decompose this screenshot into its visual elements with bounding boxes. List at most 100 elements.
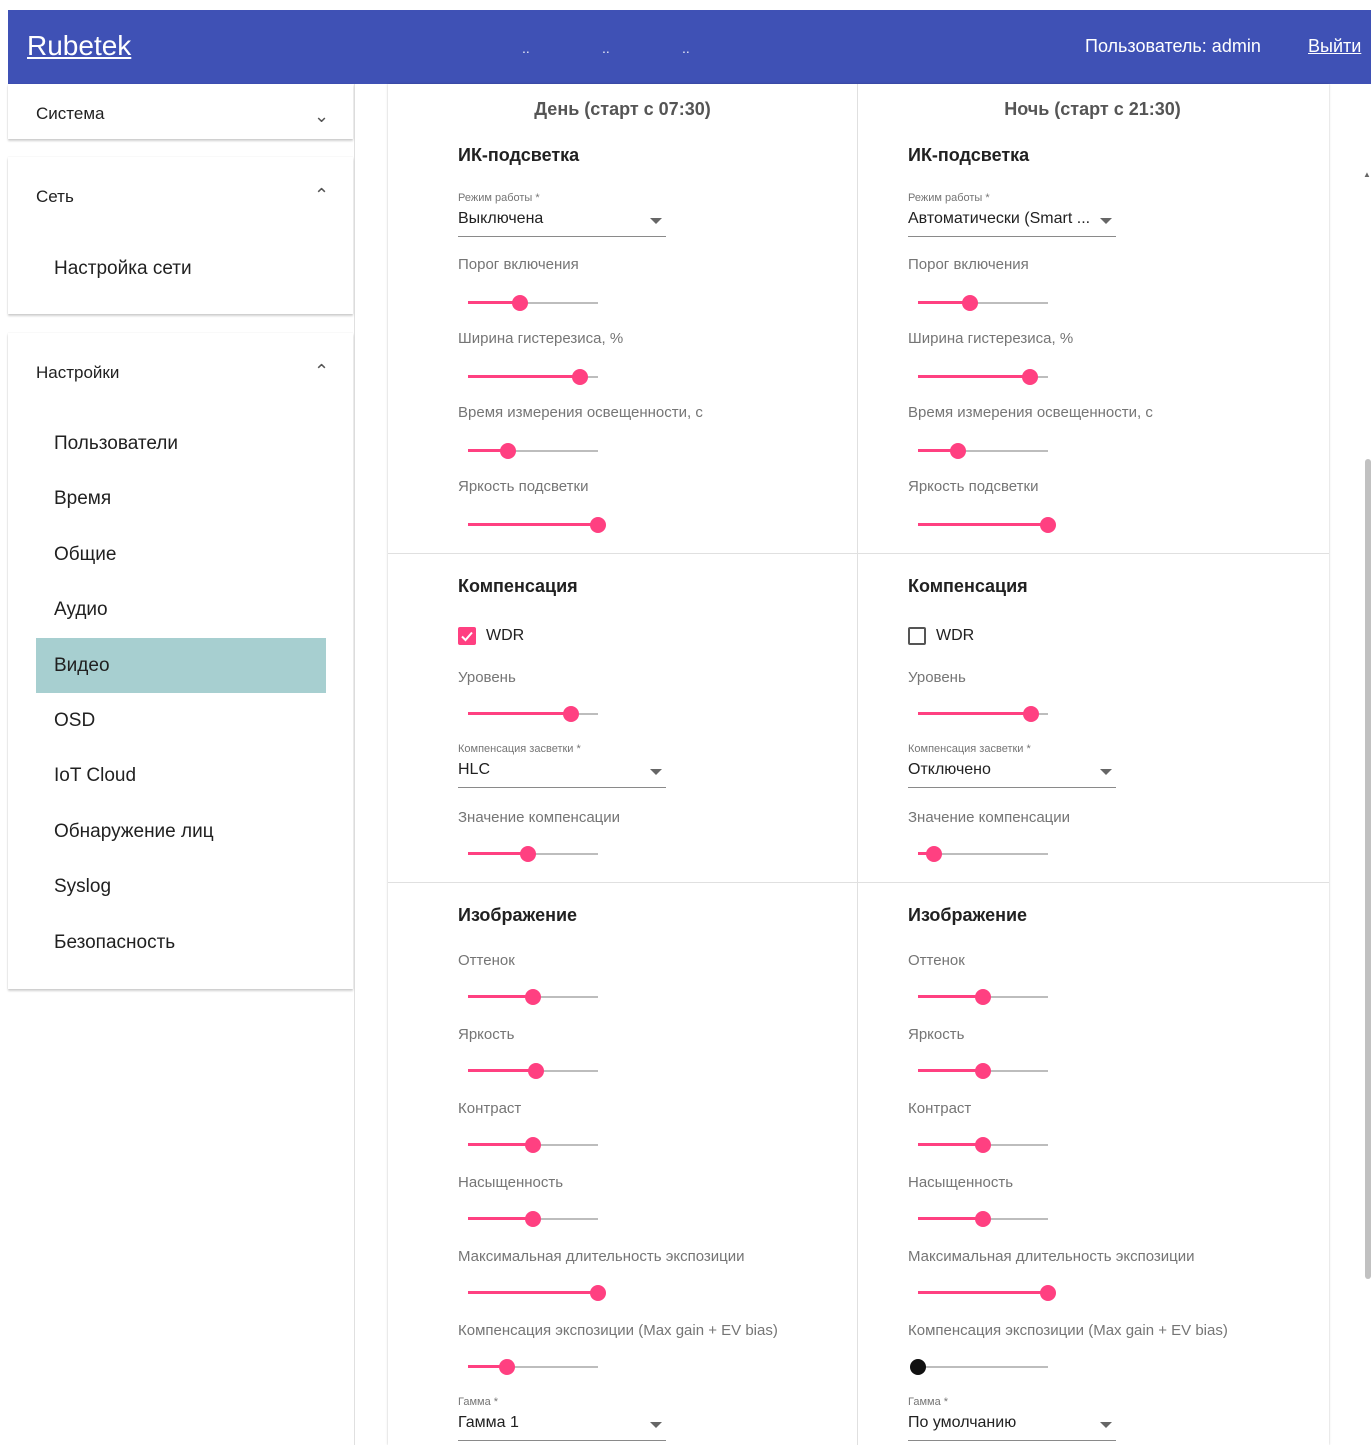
slider-thumb[interactable] (950, 443, 967, 459)
gamma-select[interactable]: Гамма 1 (458, 1412, 666, 1441)
sidebar-item[interactable]: Видео (36, 637, 326, 693)
slider[interactable] (918, 1285, 1056, 1301)
slider[interactable] (918, 1211, 1048, 1227)
scroll-up-icon[interactable]: ▲ (1363, 170, 1371, 179)
slider-thumb[interactable] (962, 295, 978, 311)
slider[interactable] (468, 369, 598, 385)
sidebar-section-system[interactable]: Система ⌄ (8, 84, 353, 139)
slider-thumb[interactable] (500, 443, 517, 459)
sidebar-item-network-settings[interactable]: Настройка сети (36, 241, 326, 296)
dropdown-arrow-icon[interactable] (1100, 218, 1112, 224)
slider-thumb[interactable] (975, 989, 991, 1005)
slider-thumb[interactable] (1040, 1285, 1056, 1301)
ir-mode-select[interactable]: Выключена (458, 208, 666, 237)
dropdown-arrow-icon[interactable] (650, 218, 662, 224)
sidebar-item[interactable]: Время (36, 471, 326, 526)
scrollbar-thumb[interactable] (1365, 459, 1371, 1279)
slider[interactable] (468, 1285, 606, 1301)
backlight-compensation-select[interactable]: HLC (458, 759, 666, 788)
slider[interactable] (468, 443, 598, 459)
sidebar-item[interactable]: IoT Cloud (36, 748, 326, 803)
field-label: Ширина гистерезиса, % (908, 330, 1074, 347)
slider-fill (918, 1143, 983, 1146)
slider[interactable] (468, 1063, 598, 1079)
field-label: Яркость подсветки (458, 478, 589, 495)
wdr-checkbox[interactable] (908, 627, 926, 645)
slider[interactable] (918, 706, 1048, 722)
slider[interactable] (468, 1359, 598, 1375)
dropdown-arrow-icon[interactable] (650, 1422, 662, 1428)
chevron-up-icon[interactable]: ⌃ (314, 185, 329, 206)
slider[interactable] (918, 517, 1056, 533)
ir-mode-select[interactable]: Автоматически (Smart ... (908, 208, 1116, 237)
sidebar-section-network: Сеть ⌃ Настройка сети (8, 157, 353, 314)
slider[interactable] (910, 1359, 1048, 1375)
slider-thumb[interactable] (527, 1063, 544, 1079)
section-title: Компенсация (908, 576, 1028, 596)
slider[interactable] (468, 846, 598, 862)
logout-link[interactable]: Выйти (1308, 36, 1361, 57)
slider-thumb[interactable] (525, 989, 541, 1005)
slider-thumb[interactable] (590, 517, 606, 533)
gamma-select[interactable]: По умолчанию (908, 1412, 1116, 1441)
sidebar-item[interactable]: Общие (36, 527, 326, 582)
slider-fill (918, 1217, 983, 1220)
slider-thumb[interactable] (499, 1359, 515, 1375)
sidebar-item[interactable]: Безопасность (36, 915, 326, 970)
nav-placeholder[interactable]: .. (602, 40, 610, 56)
slider-thumb[interactable] (525, 1137, 541, 1153)
dropdown-arrow-icon[interactable] (1100, 769, 1112, 775)
slider[interactable] (468, 706, 598, 722)
sidebar-item[interactable]: Аудио (36, 582, 326, 637)
section-title: ИК-подсветка (458, 145, 580, 165)
slider[interactable] (918, 846, 1048, 862)
slider-thumb[interactable] (1040, 517, 1056, 533)
sidebar-item[interactable]: OSD (36, 693, 326, 748)
slider-thumb[interactable] (975, 1063, 991, 1079)
slider-thumb[interactable] (525, 1211, 541, 1227)
slider-thumb[interactable] (975, 1137, 991, 1153)
column-divider (857, 84, 858, 1445)
video-settings-panel: День (старт с 07:30) ИК-подсветка Режим ра… (388, 84, 1329, 1445)
slider[interactable] (918, 1063, 1048, 1079)
slider-fill (918, 995, 983, 998)
backlight-compensation-select[interactable]: Отключено (908, 759, 1116, 788)
select-label: Режим работы * (908, 192, 990, 204)
slider-thumb[interactable] (519, 846, 536, 862)
slider-thumb[interactable] (590, 1285, 606, 1301)
sidebar-item[interactable]: Syslog (36, 859, 326, 914)
slider[interactable] (468, 1137, 598, 1153)
slider-thumb[interactable] (562, 706, 579, 722)
field-label: Яркость (908, 1026, 965, 1043)
wdr-checkbox[interactable] (458, 627, 476, 645)
slider[interactable] (468, 295, 598, 311)
slider[interactable] (468, 989, 598, 1005)
slider-thumb[interactable] (910, 1359, 926, 1375)
chevron-up-icon[interactable]: ⌃ (314, 361, 329, 382)
chevron-down-icon[interactable]: ⌄ (314, 106, 329, 127)
slider[interactable] (918, 295, 1048, 311)
slider[interactable] (468, 517, 606, 533)
slider[interactable] (918, 989, 1048, 1005)
dropdown-arrow-icon[interactable] (650, 769, 662, 775)
slider-thumb[interactable] (1023, 706, 1040, 722)
nav-placeholder[interactable]: .. (522, 40, 530, 56)
slider-thumb[interactable] (571, 369, 588, 385)
page-scrollbar[interactable]: ▲ (1363, 84, 1371, 1445)
field-label: Уровень (908, 669, 966, 686)
sidebar-item[interactable]: Пользователи (36, 416, 326, 471)
dropdown-arrow-icon[interactable] (1100, 1422, 1112, 1428)
slider-thumb[interactable] (975, 1211, 991, 1227)
sidebar-section-label[interactable]: Сеть (36, 187, 74, 207)
slider[interactable] (918, 369, 1048, 385)
slider[interactable] (918, 1137, 1048, 1153)
sidebar-section-label[interactable]: Настройки (36, 363, 119, 383)
slider[interactable] (468, 1211, 598, 1227)
slider-thumb[interactable] (1021, 369, 1038, 385)
logo-link[interactable]: Rubetek (27, 30, 131, 62)
slider-thumb[interactable] (925, 846, 942, 862)
slider[interactable] (918, 443, 1048, 459)
slider-thumb[interactable] (512, 295, 528, 311)
nav-placeholder[interactable]: .. (682, 40, 690, 56)
sidebar-item[interactable]: Обнаружение лиц (36, 804, 326, 859)
